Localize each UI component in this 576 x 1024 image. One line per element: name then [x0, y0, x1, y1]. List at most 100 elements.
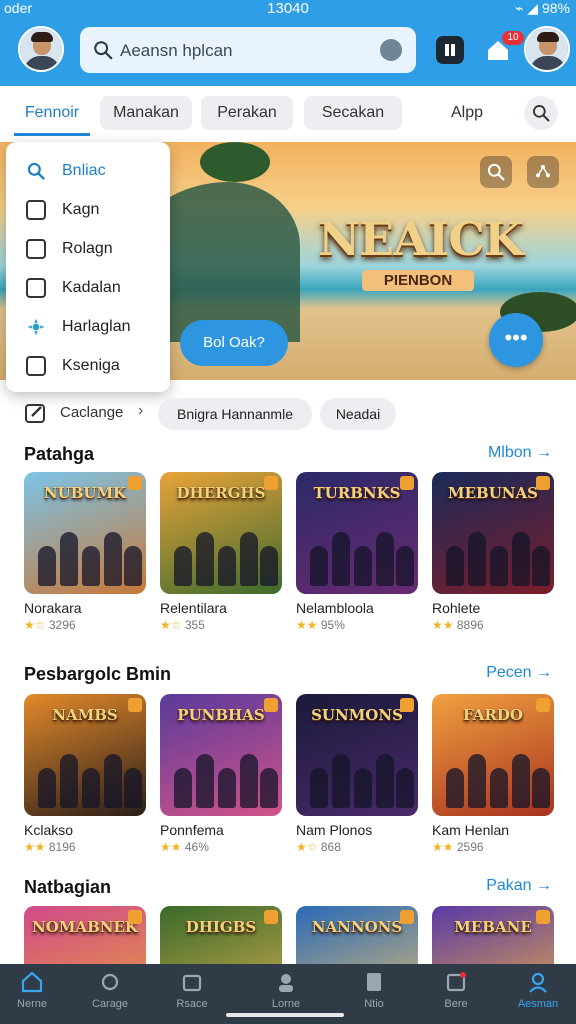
nav-item-lorne[interactable]: Lorne — [256, 970, 316, 1010]
category-label[interactable]: Caclange — [60, 404, 123, 421]
chevron-right-icon: › — [138, 402, 144, 419]
character-figure — [396, 546, 414, 586]
star-icon: ★☆ — [296, 840, 318, 854]
character-figure — [82, 546, 100, 586]
menu-item-kseniga[interactable]: Kseniga — [6, 347, 170, 386]
game-badge — [536, 910, 550, 924]
game-card[interactable]: MEBUNAS Rohlete ★★ 8896 — [432, 472, 554, 632]
game-title: Kclakso — [24, 822, 74, 838]
tab-secakan[interactable]: Secakan — [304, 96, 402, 130]
doc-icon — [367, 973, 381, 991]
game-art-title: TURBNKS — [313, 484, 401, 502]
game-art-title: SUNMONS — [311, 706, 403, 724]
edit-icon — [25, 404, 45, 423]
character-figure — [376, 532, 394, 586]
character-figure — [332, 754, 350, 808]
tab-manakan[interactable]: Manakan — [100, 96, 192, 130]
search-bar[interactable]: Aeansn hplcan — [80, 27, 416, 73]
character-figure — [174, 768, 192, 808]
game-thumbnail: NAMBS — [24, 694, 146, 816]
folder-icon — [26, 356, 46, 376]
game-card[interactable]: SUNMONS Nam Plonos ★☆ 868 — [296, 694, 418, 854]
star-icon: ★☆ — [24, 618, 46, 632]
banner-search-icon[interactable] — [480, 156, 512, 188]
game-title: Rohlete — [432, 600, 481, 616]
game-card[interactable]: NUBUMK Norakara ★☆ 3296 — [24, 472, 146, 632]
game-card[interactable]: FARDO Kam Henlan ★★ 2596 — [432, 694, 554, 854]
game-art-title: NUBUMK — [43, 484, 127, 502]
tab-alpp[interactable]: Alpp — [432, 96, 502, 130]
tab-search-button[interactable] — [524, 96, 558, 130]
chip[interactable]: Bnigra Hannanmle — [158, 398, 312, 430]
character-figure — [354, 546, 372, 586]
menu-item-rolagn[interactable]: Rolagn — [6, 230, 170, 269]
game-badge — [128, 698, 142, 712]
nav-item-home[interactable]: Nerne — [2, 970, 62, 1010]
game-rating: ★☆ 355 — [160, 618, 282, 632]
game-rating: ★☆ 868 — [296, 840, 418, 854]
card-icon — [26, 239, 46, 259]
character-figure — [38, 546, 56, 586]
tab-fennoir[interactable]: Fennoir — [14, 96, 90, 136]
game-rating: ★★ 8896 — [432, 618, 554, 632]
character-figure — [512, 754, 530, 808]
dropdown-menu: Bnliac Kagn Rolagn Kadalan Harlaglan Kse… — [6, 142, 170, 392]
banner-logo: NEAICK PIENBON — [318, 212, 524, 291]
notification-badge: 10 — [502, 31, 524, 45]
section-title: Natbagian — [24, 877, 112, 897]
game-badge — [536, 476, 550, 490]
tab-perakan[interactable]: Perakan — [201, 96, 293, 130]
game-thumbnail: SUNMONS — [296, 694, 418, 816]
search-icon — [94, 41, 113, 60]
profile-avatar[interactable] — [524, 26, 570, 72]
nav-item-bere[interactable]: Bere — [426, 970, 486, 1010]
game-card[interactable]: PUNBHAS Ponnfema ★★ 46% — [160, 694, 282, 854]
nav-item-carage[interactable]: Carage — [80, 970, 140, 1010]
game-card[interactable]: TURBNKS Nelambloola ★★ 95% — [296, 472, 418, 632]
game-badge — [536, 698, 550, 712]
game-title: Kam Henlan — [432, 822, 510, 838]
top-bar: oder 13040 ⌁ ◢ 98% Aeansn hplcan 10 — [0, 0, 576, 86]
nav-item-aesman[interactable]: Aesman — [508, 970, 568, 1010]
section-more-link[interactable]: Pecen → — [486, 664, 552, 682]
menu-item-kagn[interactable]: Kagn — [6, 191, 170, 230]
star-icon: ★★ — [432, 618, 454, 632]
nav-item-ntio[interactable]: Ntio — [344, 970, 404, 1010]
game-card[interactable]: DHERGHS Relentilara ★☆ 355 — [160, 472, 282, 632]
more-options-button[interactable]: ••• — [489, 313, 543, 367]
chip[interactable]: Neadai — [320, 398, 396, 430]
character-figure — [104, 532, 122, 586]
status-bar: oder 13040 ⌁ ◢ 98% — [0, 0, 576, 18]
character-figure — [446, 546, 464, 586]
voice-search-icon[interactable] — [380, 39, 402, 61]
game-thumbnail: FARDO — [432, 694, 554, 816]
menu-item-bnliac[interactable]: Bnliac — [6, 152, 170, 191]
star-icon: ★★ — [160, 840, 182, 854]
star-icon: ★★ — [432, 840, 454, 854]
rating-value: 2596 — [456, 840, 484, 854]
banner-cta-button[interactable]: Bol Oak? — [180, 320, 288, 366]
character-figure — [490, 768, 508, 808]
star-icon: ★★ — [296, 618, 318, 632]
game-thumbnail: PUNBHAS — [160, 694, 282, 816]
character-figure — [218, 768, 236, 808]
section-more-link[interactable]: Pakan → — [486, 877, 552, 895]
character-figure — [332, 532, 350, 586]
nav-item-rsace[interactable]: Rsace — [162, 970, 222, 1010]
game-rating: ★☆ 3296 — [24, 618, 146, 632]
character-figure — [468, 754, 486, 808]
menu-item-kadalan[interactable]: Kadalan — [6, 269, 170, 308]
pause-button[interactable] — [436, 36, 464, 64]
game-card[interactable]: NAMBS Kclakso ★★ 8196 — [24, 694, 146, 854]
section-more-link[interactable]: Mlbon → — [488, 444, 552, 462]
menu-item-harlaglan[interactable]: Harlaglan — [6, 308, 170, 347]
share-icon[interactable] — [527, 156, 559, 188]
game-title: Norakara — [24, 600, 82, 616]
status-time: 13040 — [267, 0, 309, 17]
character-figure — [38, 768, 56, 808]
avatar[interactable] — [18, 26, 64, 72]
character-figure — [468, 532, 486, 586]
folder-icon — [182, 974, 202, 992]
battery-label: ⌁ ◢ 98% — [514, 0, 570, 16]
square-icon — [26, 200, 46, 220]
